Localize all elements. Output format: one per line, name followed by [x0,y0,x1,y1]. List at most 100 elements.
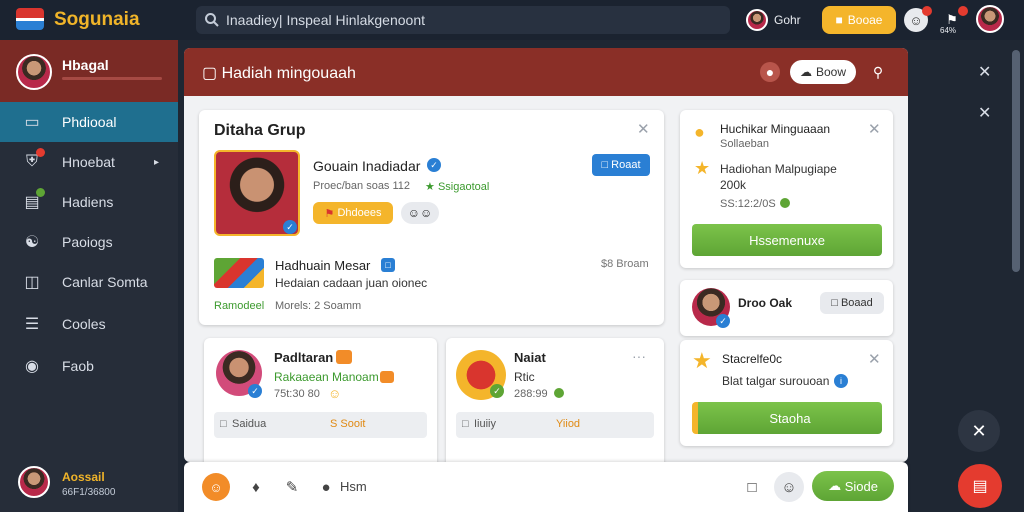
mini-card-1-action[interactable]: S Sooit [330,418,365,430]
verified-badge-icon: ✓ [427,158,441,172]
emoji-icon: ☺ [328,386,342,401]
footer-avatar [18,466,50,498]
verified-icon: ✓ [248,384,262,398]
sidebar-item-hadiens[interactable]: ▤ Hadiens [0,182,178,222]
right-card-3: ★ Stacrelfe0c ✕ Blat talgar surouoan i S… [680,340,893,446]
emoji-notification-icon[interactable]: ☺ [904,6,932,32]
close-icon[interactable]: ✕ [978,62,991,82]
panel-title-icon: ▢ [202,65,218,82]
emoji-chip[interactable]: ☺☺ [401,202,439,224]
mini-card-2-input[interactable]: □ Iiuiiy Yiiod [456,412,654,438]
panel-pill-button[interactable]: ☁ Boow [790,60,856,84]
sidebar-item-canlar-somta[interactable]: ◫ Canlar Somta [0,262,178,302]
right-card-3-button[interactable]: Staoha [692,402,882,434]
sidebar-item-paoiogs[interactable]: ☯ Paoiogs [0,222,178,262]
green-dot-icon [554,388,564,398]
person-meta: Proec/ban soas 112 [313,180,411,192]
checkbox-icon: □ [831,297,841,309]
panel-header: ▢ Hadiah mingouaah ● ☁ Boow ⚲ [184,48,908,96]
checkbox-icon: □ [220,418,227,430]
more-icon[interactable]: ··· [632,348,646,364]
attachment-icon[interactable]: ♦ [244,475,268,499]
gift-icon[interactable]: ● [760,62,780,82]
chevron-right-icon: ▸ [154,156,160,168]
sidebar-profile[interactable]: Hbagal [0,40,178,102]
alert-dot [958,6,968,16]
send-button[interactable]: ☁ Siode [812,471,894,501]
right-card-1-title: Huchikar Minguaaan [720,122,831,136]
sidebar-avatar [16,54,52,90]
trophy-icon: ● [694,122,705,142]
verified-icon: ✓ [716,314,730,328]
person-status: ★ Ssigaotoal [425,181,490,193]
green-badge [36,188,45,197]
news-title: Hadhuain Mesar [275,258,371,273]
info-icon: i [834,374,848,388]
right-card-1-meta: SS:12:2/0S [720,198,776,210]
sidebar-footer-profile[interactable]: Aossail 66F1/36800 [0,458,178,512]
app-logo-icon[interactable] [16,8,44,30]
close-icon[interactable]: ✕ [868,350,881,368]
chat-bubble-icon[interactable]: ● [314,475,338,499]
search-bar[interactable] [196,6,730,34]
dismiss-fab[interactable]: ✕ [958,410,1000,452]
sidebar-item-hnoebat[interactable]: ⛨ Hnoebat ▸ [0,142,178,182]
news-thumbnail[interactable] [214,258,264,288]
document-icon[interactable]: □ [740,475,764,499]
top-action-button[interactable]: ■ Booae [822,6,896,34]
sidebar-item-faob[interactable]: ◉ Faob [0,346,178,386]
sidebar-item-phdiooal[interactable]: ▭ Phdiooal [0,102,178,142]
panel-title: ▢ Hadiah mingouaah [202,65,356,82]
mini-card-2-action[interactable]: Yiiod [556,418,580,430]
briefcase-icon: ◫ [24,274,40,291]
close-icon[interactable]: ✕ [978,103,991,123]
search-icon [205,13,219,27]
right-card-1: ● Huchikar Minguaaan ✕ Sollaeban ★ Hadio… [680,110,893,268]
current-user-chip[interactable]: Gohr [746,8,801,32]
news-badge-icon: □ [381,258,395,272]
verified-icon: ✓ [490,384,504,398]
verified-icon: ✓ [283,220,297,234]
follow-button[interactable]: □ Roaat [592,154,650,176]
emoji-picker-icon[interactable]: ☺ [202,473,230,501]
right-card-2-name: Droo Oak [738,296,793,310]
plus-icon: □ [601,159,612,171]
red-badge [36,148,45,157]
star-icon: ★ [425,181,435,193]
compose-input[interactable] [340,476,720,496]
news-body: Hedaian cadaan juan oionec [275,276,428,290]
chat-fab[interactable]: ▤ [958,464,1002,508]
group-card: Ditaha Grup ✕ ✓ Gouain Inadiadar ✓ Proec… [199,110,664,325]
news-foot-left[interactable]: Ramodeel [214,300,264,312]
mini-card-2-meta: 288:99 [514,388,548,400]
right-card-3-sub: Blat talgar surouoan [722,374,830,388]
group-card-title: Ditaha Grup [214,122,306,139]
search-input[interactable] [226,10,716,30]
checkbox-icon: □ [462,418,469,430]
scrollbar[interactable] [1012,50,1020,272]
alert-count: 64% [940,26,957,35]
right-card-2-button[interactable]: □ Boaad [820,292,884,314]
right-card-1-button[interactable]: Hssemenuxe [692,224,882,256]
footer-sub: 66F1/36800 [62,487,116,498]
user-name: Gohr [774,13,801,27]
profile-avatar[interactable] [976,5,1004,33]
sidebar-item-cooles[interactable]: ☰ Cooles [0,304,178,344]
sidebar: Hbagal ▭ Phdiooal ⛨ Hnoebat ▸ ▤ Hadiens … [0,40,178,512]
mini-card-1: ✓ Padltaran Rakaaean Manoam 75t:30 80 ☺ … [204,338,437,462]
right-card-3-title: Stacrelfe0c [722,352,783,366]
mini-card-1-meta: 75t:30 80 [274,388,320,400]
top-bar: Sogunaia Gohr ■ Booae ☺ ⚑ 64% [0,0,1024,40]
search-icon[interactable]: ⚲ [868,62,888,82]
notification-dot [922,6,932,16]
sticker-icon[interactable]: ☺ [774,472,804,502]
badge-icon [336,350,352,364]
mini-card-1-input[interactable]: □ Saidua S Sooit [214,412,427,438]
close-icon[interactable]: ✕ [868,120,881,138]
right-card-1-sub: Sollaeban [720,138,769,150]
right-card-1-line2: 200k [720,178,747,192]
close-icon[interactable]: ✕ [637,120,650,138]
pen-icon[interactable]: ✎ [280,475,304,499]
tag-button[interactable]: ⚑ Dhdoees [313,202,393,224]
green-dot-icon [780,198,790,208]
